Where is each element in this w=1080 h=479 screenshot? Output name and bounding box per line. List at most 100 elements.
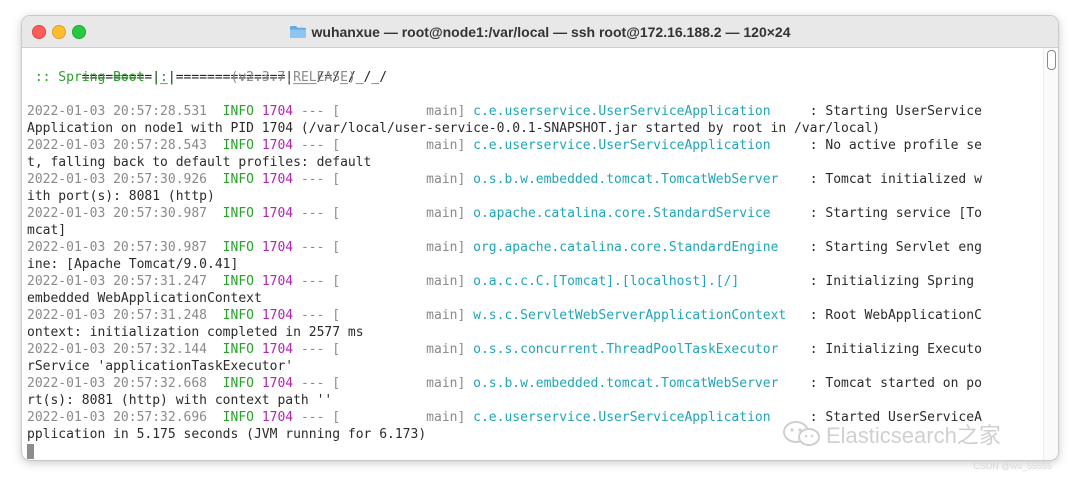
- log-timestamp: 2022-01-03 20:57:32.696: [27, 410, 208, 425]
- log-separator: --- [: [293, 342, 341, 357]
- log-thread: main]: [340, 240, 474, 255]
- log-logger: org.apache.catalina.core.StandardEngine: [473, 240, 802, 255]
- log-spacer: [207, 206, 223, 221]
- watermark-text: Elasticsearch之家: [826, 423, 1001, 448]
- log-thread: main]: [340, 376, 474, 391]
- log-continuation: mcat]: [27, 222, 1044, 239]
- log-spacer: [254, 138, 262, 153]
- log-continuation: Application on node1 with PID 1704 (/var…: [27, 120, 1044, 137]
- log-thread: main]: [340, 206, 474, 221]
- log-pid: 1704: [261, 274, 294, 289]
- log-spacer: [254, 206, 262, 221]
- log-spacer: [207, 342, 223, 357]
- folder-icon: [289, 25, 306, 38]
- log-timestamp: 2022-01-03 20:57:30.987: [27, 240, 208, 255]
- log-logger: o.s.s.concurrent.ThreadPoolTaskExecutor: [473, 342, 802, 357]
- log-output: 2022-01-03 20:57:28.531 INFO 1704 --- [ …: [27, 103, 1044, 443]
- log-level: INFO: [222, 308, 254, 323]
- log-pid: 1704: [261, 410, 294, 425]
- scrollbar-thumb[interactable]: [1047, 50, 1056, 70]
- log-message-continuation: ine: [Apache Tomcat/9.0.41]: [27, 257, 239, 272]
- log-spacer: [207, 138, 223, 153]
- log-logger: o.apache.catalina.core.StandardService: [473, 206, 802, 221]
- log-line: 2022-01-03 20:57:28.531 INFO 1704 --- [ …: [27, 103, 1044, 120]
- log-timestamp: 2022-01-03 20:57:28.531: [27, 104, 208, 119]
- csdn-watermark: CSDN @wu_55555: [973, 461, 1052, 471]
- spring-boot-version: (v2.3.7.RELEASE): [230, 70, 356, 85]
- log-pid: 1704: [261, 308, 294, 323]
- log-spacer: [207, 410, 223, 425]
- log-pid: 1704: [261, 104, 294, 119]
- log-separator: --- [: [293, 274, 341, 289]
- log-message-continuation: pplication in 5.175 seconds (JVM running…: [27, 427, 427, 442]
- log-message: : Starting service [To: [801, 206, 982, 221]
- log-line: 2022-01-03 20:57:31.248 INFO 1704 --- [ …: [27, 307, 1044, 324]
- log-spacer: [207, 240, 223, 255]
- log-spacer: [207, 274, 223, 289]
- spring-boot-line: :: Spring Boot :: (v2.3.7.RELEASE): [27, 69, 1044, 86]
- log-message: : Initializing Spring: [801, 274, 982, 289]
- log-spacer: [254, 172, 262, 187]
- log-continuation: ontext: initialization completed in 2577…: [27, 324, 1044, 341]
- log-spacer: [207, 172, 223, 187]
- title-bar[interactable]: wuhanxue — root@node1:/var/local — ssh r…: [22, 16, 1058, 48]
- log-timestamp: 2022-01-03 20:57:30.987: [27, 206, 208, 221]
- log-message-continuation: ontext: initialization completed in 2577…: [27, 325, 364, 340]
- log-separator: --- [: [293, 410, 341, 425]
- log-timestamp: 2022-01-03 20:57:28.543: [27, 138, 208, 153]
- log-timestamp: 2022-01-03 20:57:31.248: [27, 308, 208, 323]
- log-timestamp: 2022-01-03 20:57:32.668: [27, 376, 208, 391]
- log-continuation: ine: [Apache Tomcat/9.0.41]: [27, 256, 1044, 273]
- log-level: INFO: [222, 410, 254, 425]
- log-spacer: [254, 376, 262, 391]
- terminal-output[interactable]: =========|_|==============|___/=/_/_/_/ …: [22, 48, 1044, 460]
- log-spacer: [254, 240, 262, 255]
- watermark: Elasticsearch之家: [782, 418, 1001, 450]
- log-message: : Root WebApplicationC: [801, 308, 982, 323]
- log-level: INFO: [222, 172, 254, 187]
- log-line: 2022-01-03 20:57:30.987 INFO 1704 --- [ …: [27, 239, 1044, 256]
- banner-line: =========|_|==============|___/=/_/_/_/: [27, 52, 1044, 85]
- log-pid: 1704: [261, 240, 294, 255]
- log-message-continuation: t, falling back to default profiles: def…: [27, 155, 372, 170]
- log-continuation: rt(s): 8081 (http) with context path '': [27, 392, 1044, 409]
- log-message: : Starting UserService: [801, 104, 982, 119]
- log-line: 2022-01-03 20:57:32.668 INFO 1704 --- [ …: [27, 375, 1044, 392]
- log-timestamp: 2022-01-03 20:57:31.247: [27, 274, 208, 289]
- log-separator: --- [: [293, 138, 341, 153]
- log-logger: o.s.b.w.embedded.tomcat.TomcatWebServer: [473, 376, 802, 391]
- log-spacer: [254, 410, 262, 425]
- log-line: 2022-01-03 20:57:30.987 INFO 1704 --- [ …: [27, 205, 1044, 222]
- log-continuation: t, falling back to default profiles: def…: [27, 154, 1044, 171]
- log-spacer: [254, 342, 262, 357]
- log-logger: c.e.userservice.UserServiceApplication: [473, 104, 802, 119]
- log-continuation: rService 'applicationTaskExecutor': [27, 358, 1044, 375]
- log-message-continuation: ith port(s): 8081 (http): [27, 189, 215, 204]
- log-pid: 1704: [261, 376, 294, 391]
- log-separator: --- [: [293, 308, 341, 323]
- log-pid: 1704: [261, 342, 294, 357]
- log-thread: main]: [340, 104, 474, 119]
- log-message-continuation: rt(s): 8081 (http) with context path '': [27, 393, 333, 408]
- log-thread: main]: [340, 274, 474, 289]
- log-spacer: [207, 376, 223, 391]
- scrollbar[interactable]: [1043, 48, 1058, 460]
- log-timestamp: 2022-01-03 20:57:30.926: [27, 172, 208, 187]
- log-level: INFO: [222, 206, 254, 221]
- log-message: : Initializing Executo: [801, 342, 982, 357]
- log-level: INFO: [222, 138, 254, 153]
- log-logger: o.a.c.c.C.[Tomcat].[localhost].[/]: [473, 274, 802, 289]
- log-separator: --- [: [293, 206, 341, 221]
- log-thread: main]: [340, 308, 474, 323]
- wechat-icon: [783, 421, 820, 446]
- log-line: 2022-01-03 20:57:32.144 INFO 1704 --- [ …: [27, 341, 1044, 358]
- log-spacer: [254, 104, 262, 119]
- log-separator: --- [: [293, 240, 341, 255]
- log-spacer: [207, 104, 223, 119]
- log-message: : Starting Servlet eng: [801, 240, 982, 255]
- log-line: 2022-01-03 20:57:28.543 INFO 1704 --- [ …: [27, 137, 1044, 154]
- log-message: : No active profile se: [801, 138, 982, 153]
- log-level: INFO: [222, 274, 254, 289]
- log-pid: 1704: [261, 138, 294, 153]
- log-thread: main]: [340, 138, 474, 153]
